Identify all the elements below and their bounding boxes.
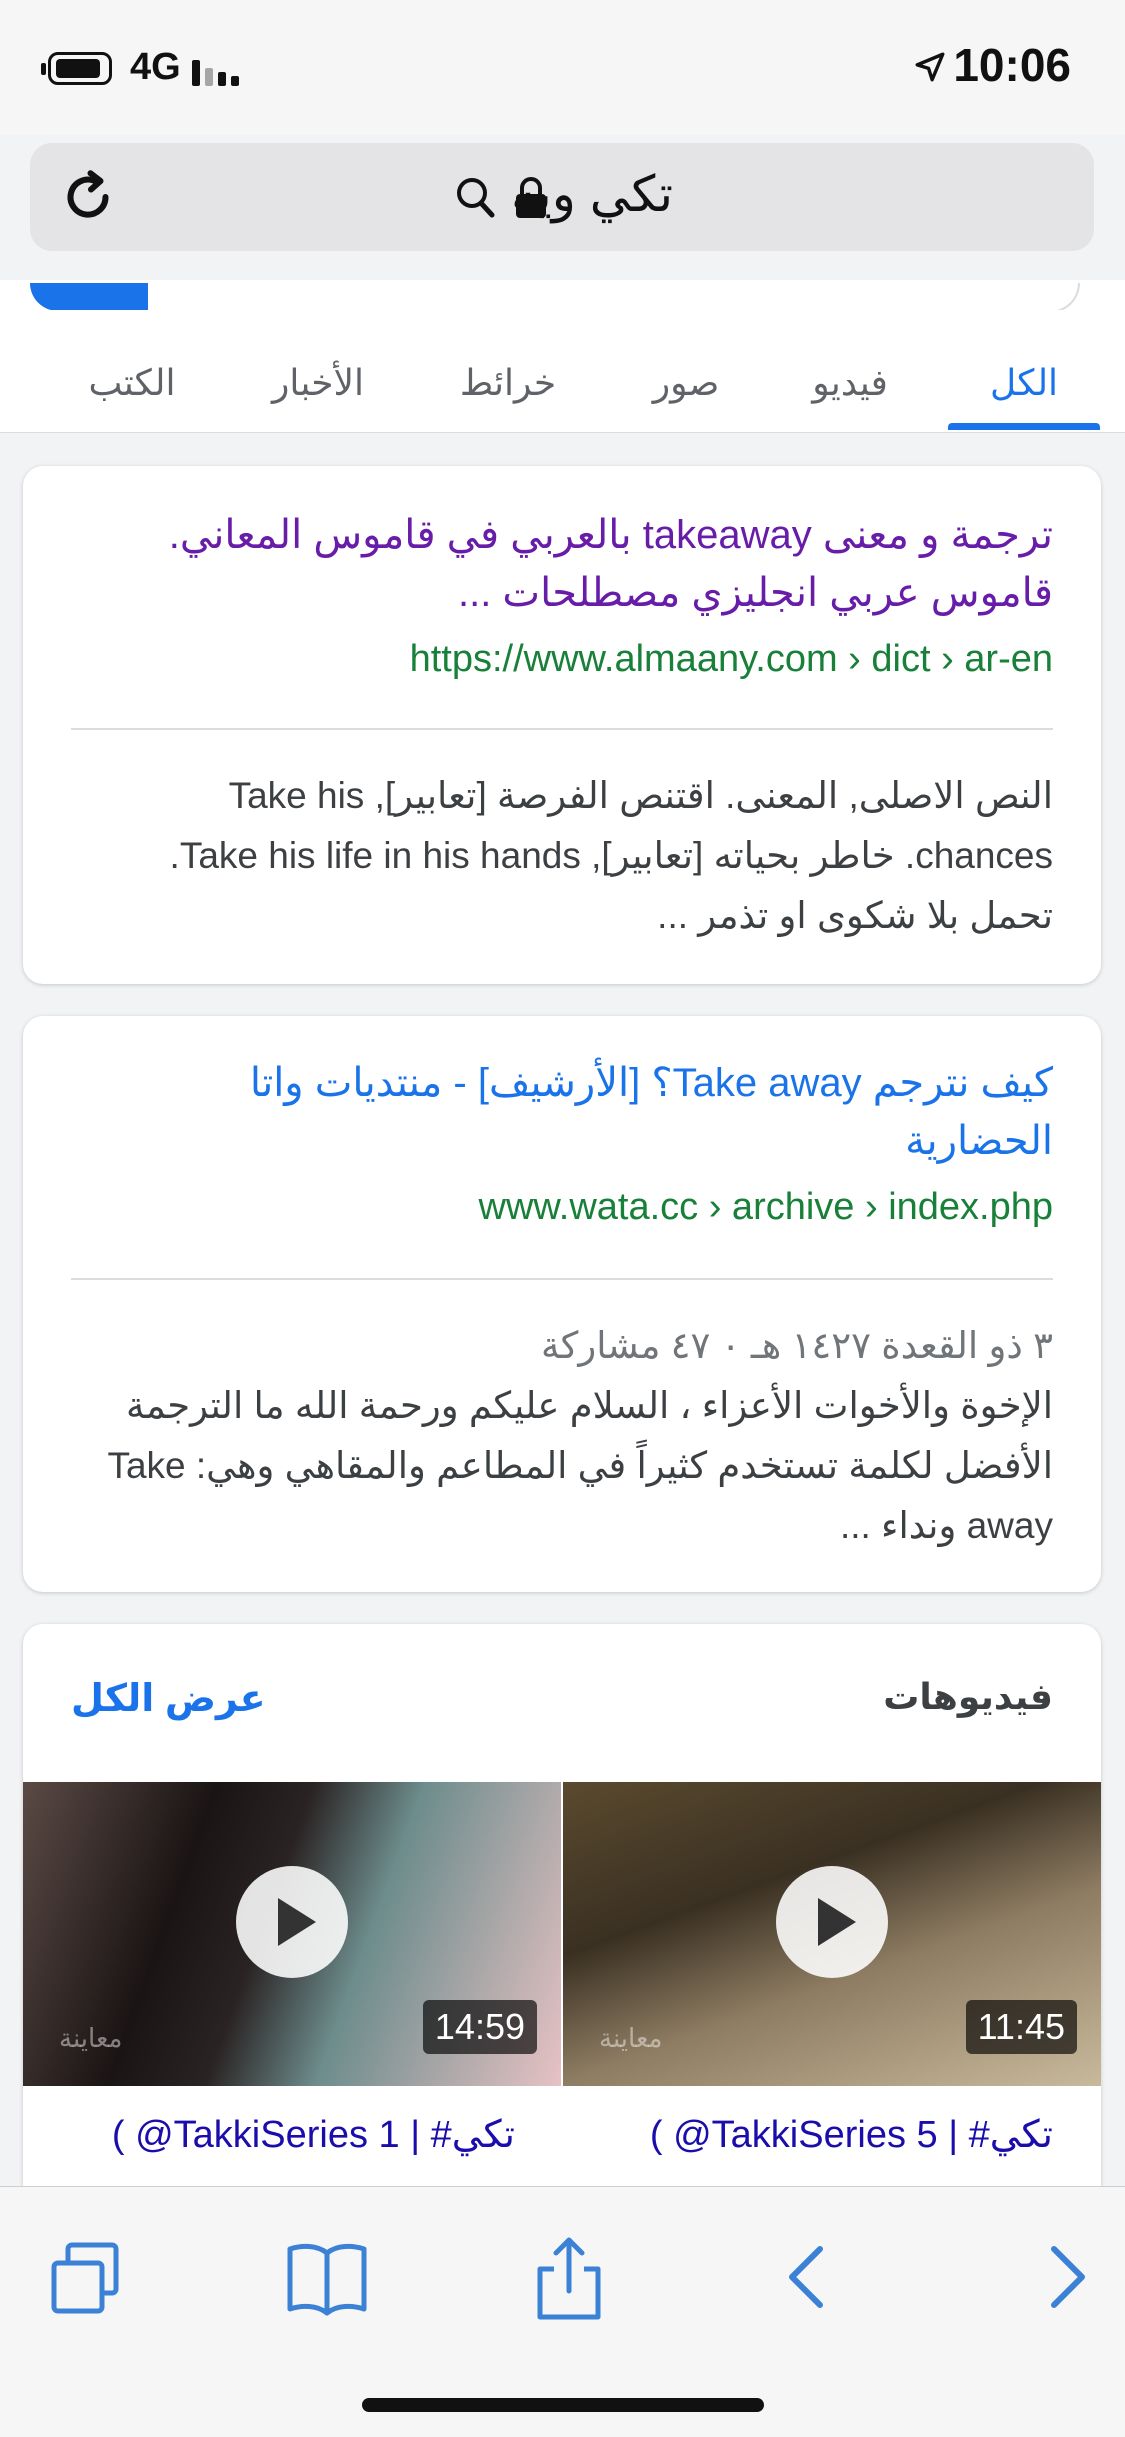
bookmarks-icon[interactable] [282,2233,372,2323]
clock: 10:06 [953,39,1071,91]
location-arrow-icon [915,52,945,82]
status-bar: 4G 10:06 [0,0,1125,135]
result-title-line: ترجمة و معنى takeaway بالعربي في قاموس ا… [168,513,1053,557]
result-snippet: ٣ ذو القعدة ١٤٢٧ هـ ٠ ٤٧ مشاركة الإخوة و… [71,1316,1053,1556]
search-result-card: ترجمة و معنى takeaway بالعربي في قاموس ا… [23,466,1101,984]
video-thumbnail[interactable]: معاينة 11:45 [563,1782,1101,2086]
search-result-card: كيف نترجم Take away؟ [الأرشيف] - منتديات… [23,1016,1101,1592]
tab-video[interactable]: فيديو [812,362,888,404]
battery-icon [41,52,112,85]
snippet-line: النص الاصلى, المعنى. اقتنص الفرصة [تعابي… [228,775,1053,816]
share-icon[interactable] [524,2233,614,2323]
tab-maps[interactable]: خرائط [460,362,556,404]
tab-all[interactable]: الكل [990,362,1058,404]
snippet-line: الإخوة والأخوات الأعزاء ، السلام عليكم و… [125,1385,1053,1426]
snippet-line: تحمل بلا شكوى او تذمر ... [657,895,1053,936]
result-url[interactable]: www.wata.cc › archive › index.php [71,1186,1053,1229]
show-all-link[interactable]: عرض الكل [71,1676,266,1721]
play-icon[interactable] [236,1865,348,1978]
videos-heading: فيديوهات [883,1676,1053,1717]
play-icon[interactable] [776,1865,888,1978]
divider [71,1278,1053,1280]
result-date-meta: ٣ ذو القعدة ١٤٢٧ هـ ٠ ٤٧ مشاركة [540,1325,1053,1366]
signal-strength-icon [192,52,242,86]
network-type: 4G [130,46,181,88]
snippet-line: الأفضل لكلمة تستخدم كثيراً في المطاعم وا… [107,1445,1053,1486]
page-load-progress [30,283,148,311]
result-title-line: الحضارية [905,1119,1053,1163]
tab-news[interactable]: الأخبار [272,362,364,404]
result-title-line: قاموس عربي انجليزي مصطلحات ... [457,571,1053,615]
tab-images[interactable]: صور [653,362,720,404]
result-title-link[interactable]: كيف نترجم Take away؟ [الأرشيف] - منتديات… [71,1054,1053,1170]
home-indicator[interactable] [362,2398,764,2412]
search-box-edge [148,283,1080,313]
forward-icon[interactable] [1020,2233,1110,2323]
snippet-line: away ونداء ... [839,1505,1053,1546]
result-url[interactable]: https://www.almaany.com › dict › ar-en [71,638,1053,681]
tabs-icon[interactable] [42,2233,132,2323]
address-query-text[interactable]: تكي ويه [30,165,1094,223]
search-tabs: الكل فيديو صور خرائط الأخبار الكتب [0,310,1125,433]
active-tab-indicator [948,423,1100,430]
videos-card: فيديوهات عرض الكل معاينة 11:45 معاينة 14… [23,1624,1101,2224]
video-duration: 11:45 [965,2000,1077,2054]
result-title-line: كيف نترجم Take away؟ [الأرشيف] - منتديات… [249,1061,1053,1105]
video-title-link[interactable]: ( @TakkiSeries 5 | #تكي [650,2112,1053,2157]
video-thumbnail[interactable]: معاينة 14:59 [23,1782,561,2086]
video-duration: 14:59 [422,2000,537,2054]
preview-watermark: معاينة [599,2023,663,2053]
result-title-link[interactable]: ترجمة و معنى takeaway بالعربي في قاموس ا… [71,506,1053,622]
back-icon[interactable] [764,2233,854,2323]
snippet-line: chances. خاطر بحياته [تعابير], Take his … [169,835,1053,876]
video-title-link[interactable]: ( @TakkiSeries 1 | #تكي [112,2112,515,2157]
preview-watermark: معاينة [59,2023,123,2053]
divider [71,728,1053,730]
tab-books[interactable]: الكتب [88,362,175,404]
result-snippet: النص الاصلى, المعنى. اقتنص الفرصة [تعابي… [71,766,1053,946]
address-bar[interactable]: تكي ويه [30,143,1094,251]
